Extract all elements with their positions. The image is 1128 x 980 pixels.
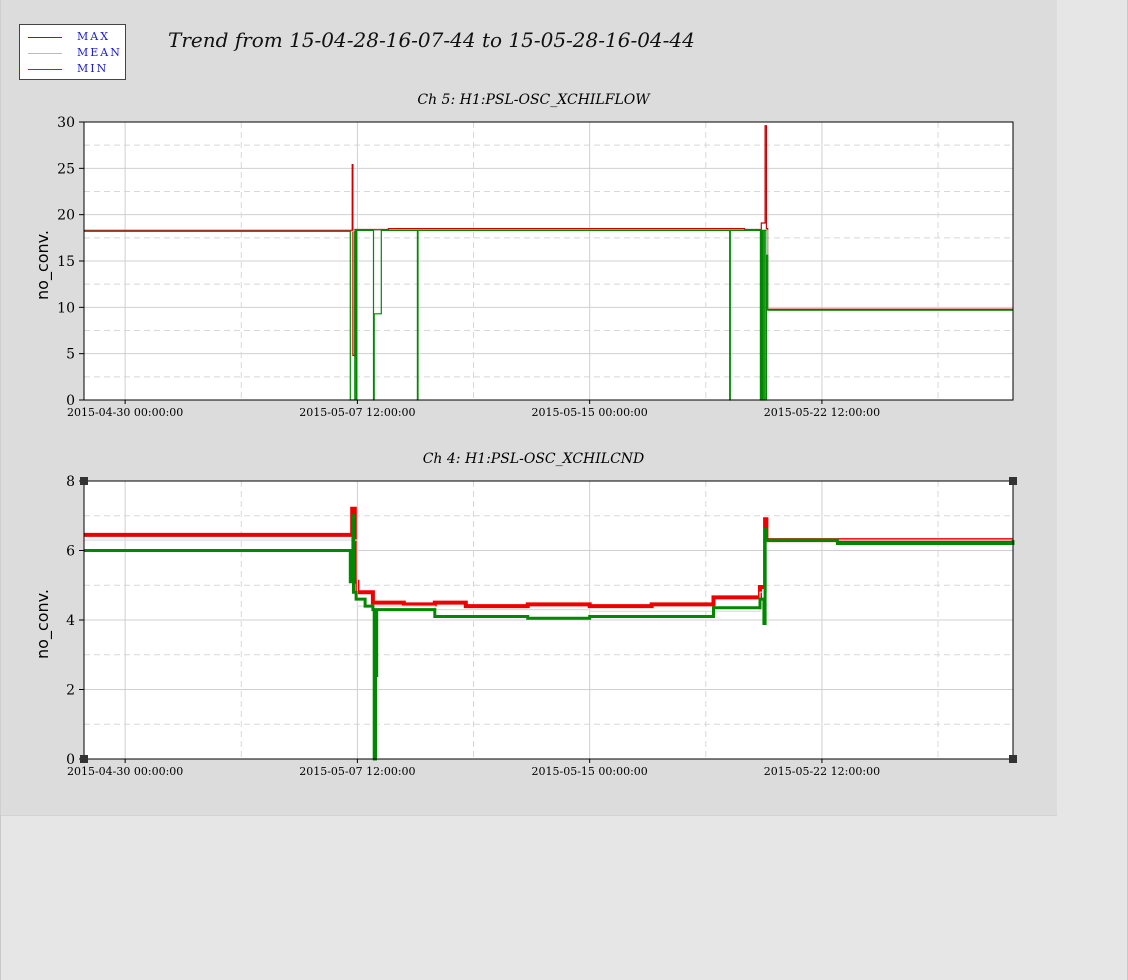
selection-handle: [80, 755, 88, 763]
x-tick-label: 2015-05-22 12:00:00: [764, 406, 880, 419]
y-tick-label: 10: [57, 300, 75, 316]
plots-canvas: 0510152025302015-04-30 00:00:00 2015-05-0…: [33, 92, 1017, 778]
x-tick-label: 2015-05-07 12:00:00: [299, 406, 415, 419]
y-tick-label: 4: [66, 613, 75, 629]
selection-handle: [80, 477, 88, 485]
chart-title: Ch 4: H1:PSL-OSC_XCHILCND: [423, 451, 645, 467]
y-tick-label: 15: [57, 254, 75, 270]
x-tick-label: 2015-05-07 12:00:00: [299, 765, 415, 778]
selection-handle: [1009, 755, 1017, 763]
selection-handle: [1009, 477, 1017, 485]
y-tick-label: 20: [57, 208, 75, 224]
y-tick-label: 6: [66, 544, 75, 560]
y-tick-label: 30: [57, 115, 75, 131]
x-tick-label: 2015-05-22 12:00:00: [764, 765, 880, 778]
chart-title: Ch 5: H1:PSL-OSC_XCHILFLOW: [417, 92, 651, 108]
x-tick-label: 2015-04-30 00:00:00: [67, 406, 183, 419]
x-tick-label: 2015-04-30 00:00:00: [67, 765, 183, 778]
y-tick-label: 2: [66, 683, 75, 699]
y-tick-label: 25: [57, 161, 75, 177]
y-tick-label: 5: [66, 347, 75, 363]
x-tick-label: 2015-05-15 00:00:00: [531, 406, 647, 419]
y-axis-label: no_conv.: [33, 230, 53, 300]
y-tick-label: 8: [66, 474, 75, 490]
x-tick-label: 2015-05-15 00:00:00: [531, 765, 647, 778]
y-axis-label: no_conv.: [33, 589, 53, 659]
